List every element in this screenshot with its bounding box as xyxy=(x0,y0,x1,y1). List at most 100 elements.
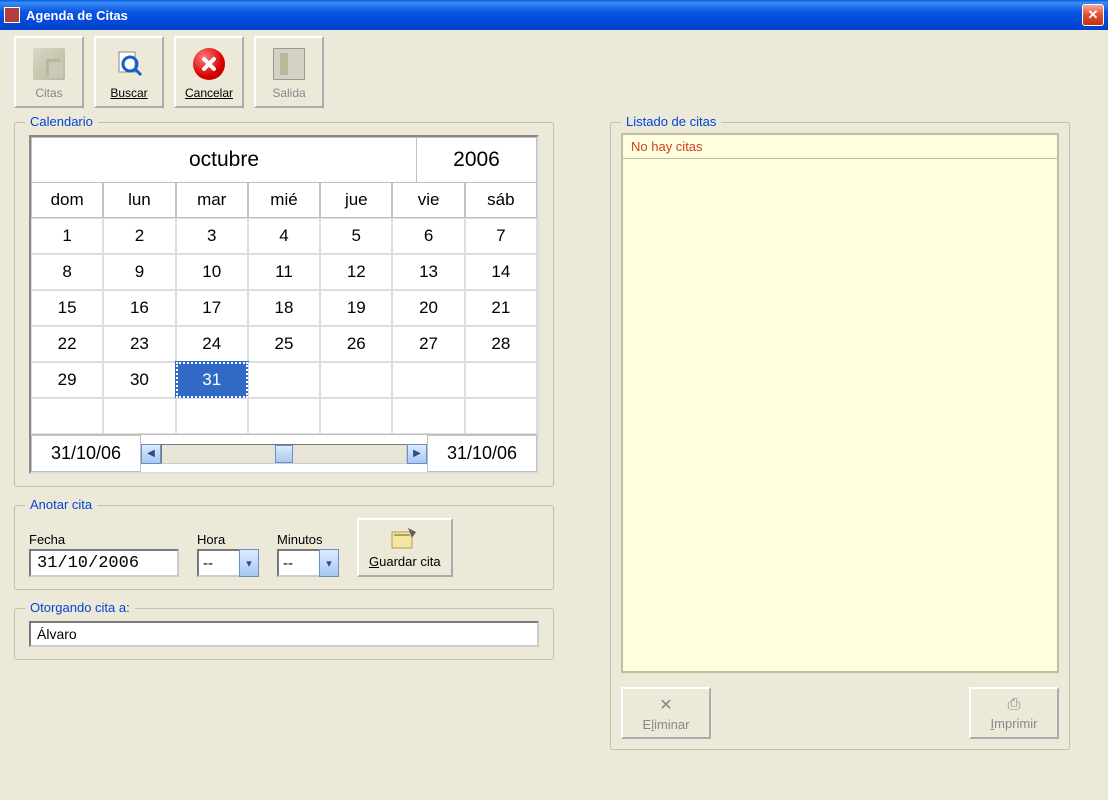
calendar-day-cell[interactable]: 2 xyxy=(103,218,175,254)
calendar-scroll-thumb[interactable] xyxy=(275,445,293,463)
salida-button[interactable]: Salida xyxy=(254,36,324,108)
fecha-input[interactable] xyxy=(29,549,179,577)
calendar-day-cell[interactable]: 20 xyxy=(392,290,464,326)
calendar-day-header: mié xyxy=(248,182,320,218)
calendar-day-cell[interactable]: 15 xyxy=(31,290,103,326)
calendar-day-cell[interactable]: 8 xyxy=(31,254,103,290)
calendar-day-header: lun xyxy=(103,182,175,218)
minutos-dropdown-button[interactable]: ▾ xyxy=(319,549,339,577)
calendar-day-cell xyxy=(248,398,320,434)
toolbar: Citas Buscar Cancelar Salida xyxy=(14,36,1094,108)
title-bar: Agenda de Citas ✕ xyxy=(0,0,1108,30)
save-icon xyxy=(390,526,420,550)
eliminar-label: Eliminar xyxy=(643,717,690,732)
calendar-day-cell xyxy=(31,398,103,434)
calendar-day-cell[interactable]: 31 xyxy=(176,362,248,398)
window-title: Agenda de Citas xyxy=(26,8,1082,23)
calendar-day-cell xyxy=(465,398,537,434)
calendar-day-cell[interactable]: 27 xyxy=(392,326,464,362)
calendar-day-header: vie xyxy=(392,182,464,218)
calendar-day-cell[interactable]: 12 xyxy=(320,254,392,290)
calendar-day-cell xyxy=(103,398,175,434)
calendar-scroll-left[interactable]: ◀ xyxy=(141,444,161,464)
calendar-day-cell xyxy=(248,362,320,398)
calendar-day-cell[interactable]: 30 xyxy=(103,362,175,398)
calendar-day-headers: domlunmarmiéjueviesáb xyxy=(31,182,537,218)
calendar-day-cell xyxy=(320,398,392,434)
calendar-day-cell[interactable]: 22 xyxy=(31,326,103,362)
calendar-day-header: jue xyxy=(320,182,392,218)
calendar-day-cell[interactable]: 11 xyxy=(248,254,320,290)
calendar-scroll-track[interactable] xyxy=(161,444,407,464)
fecha-label: Fecha xyxy=(29,532,179,547)
buscar-button[interactable]: Buscar xyxy=(94,36,164,108)
listado-fieldset: Listado de citas No hay citas ✕ Eliminar… xyxy=(610,122,1070,750)
listado-body[interactable] xyxy=(623,159,1057,167)
calendar-days-grid: 1234567891011121314151617181920212223242… xyxy=(31,218,537,434)
minutos-select[interactable] xyxy=(277,549,319,577)
calendar-day-cell[interactable]: 3 xyxy=(176,218,248,254)
citas-label: Citas xyxy=(35,86,62,100)
buscar-label: Buscar xyxy=(110,86,147,100)
calendar-fieldset: Calendario octubre 2006 domlunmarmiéjuev… xyxy=(14,122,554,487)
imprimir-button[interactable]: ⎙ Imprimir xyxy=(969,687,1059,739)
otorgando-input[interactable] xyxy=(29,621,539,647)
citas-icon xyxy=(33,48,65,80)
salida-label: Salida xyxy=(272,86,305,100)
calendar-scroll-right[interactable]: ▶ xyxy=(407,444,427,464)
calendar-day-cell xyxy=(320,362,392,398)
delete-icon: ✕ xyxy=(659,695,672,715)
calendar-day-cell[interactable]: 23 xyxy=(103,326,175,362)
guardar-cita-button[interactable]: Guardar cita xyxy=(357,518,453,577)
cancelar-button[interactable]: Cancelar xyxy=(174,36,244,108)
cancelar-label: Cancelar xyxy=(185,86,233,100)
listado-empty-text: No hay citas xyxy=(623,135,1057,159)
calendar-date-start[interactable]: 31/10/06 xyxy=(31,435,141,472)
close-button[interactable]: ✕ xyxy=(1082,4,1104,26)
calendar-month[interactable]: octubre xyxy=(31,137,417,182)
calendar-day-cell[interactable]: 7 xyxy=(465,218,537,254)
calendar-day-cell xyxy=(465,362,537,398)
calendar-day-cell[interactable]: 21 xyxy=(465,290,537,326)
hora-select[interactable] xyxy=(197,549,239,577)
calendar-day-cell[interactable]: 6 xyxy=(392,218,464,254)
calendar-day-cell[interactable]: 16 xyxy=(103,290,175,326)
calendar-day-cell[interactable]: 18 xyxy=(248,290,320,326)
otorgando-fieldset: Otorgando cita a: xyxy=(14,608,554,660)
minutos-label: Minutos xyxy=(277,532,339,547)
calendar-day-header: mar xyxy=(176,182,248,218)
listado-box: No hay citas xyxy=(621,133,1059,673)
exit-icon xyxy=(273,48,305,80)
calendar-day-cell[interactable]: 10 xyxy=(176,254,248,290)
print-icon: ⎙ xyxy=(1008,696,1021,714)
citas-button[interactable]: Citas xyxy=(14,36,84,108)
calendar-day-cell[interactable]: 28 xyxy=(465,326,537,362)
calendar-day-cell[interactable]: 5 xyxy=(320,218,392,254)
imprimir-label: Imprimir xyxy=(991,716,1038,731)
calendar-day-cell[interactable]: 26 xyxy=(320,326,392,362)
calendar: octubre 2006 domlunmarmiéjueviesáb 12345… xyxy=(29,135,539,474)
calendar-day-cell xyxy=(392,398,464,434)
calendar-day-cell[interactable]: 13 xyxy=(392,254,464,290)
anotar-fieldset: Anotar cita Fecha Hora ▾ Minutos xyxy=(14,505,554,590)
otorgando-legend: Otorgando cita a: xyxy=(25,600,135,615)
search-icon xyxy=(113,48,145,80)
calendar-day-cell[interactable]: 4 xyxy=(248,218,320,254)
calendar-day-cell[interactable]: 19 xyxy=(320,290,392,326)
calendar-day-cell[interactable]: 1 xyxy=(31,218,103,254)
calendar-day-cell[interactable]: 24 xyxy=(176,326,248,362)
calendar-day-cell[interactable]: 17 xyxy=(176,290,248,326)
calendar-date-end[interactable]: 31/10/06 xyxy=(427,435,537,472)
cancel-icon xyxy=(193,48,225,80)
calendar-day-cell[interactable]: 9 xyxy=(103,254,175,290)
calendar-day-cell[interactable]: 25 xyxy=(248,326,320,362)
calendar-day-cell[interactable]: 29 xyxy=(31,362,103,398)
calendar-year[interactable]: 2006 xyxy=(417,137,537,182)
calendar-day-cell xyxy=(392,362,464,398)
hora-label: Hora xyxy=(197,532,259,547)
calendar-day-cell[interactable]: 14 xyxy=(465,254,537,290)
anotar-legend: Anotar cita xyxy=(25,497,97,512)
eliminar-button[interactable]: ✕ Eliminar xyxy=(621,687,711,739)
app-icon xyxy=(4,7,20,23)
hora-dropdown-button[interactable]: ▾ xyxy=(239,549,259,577)
